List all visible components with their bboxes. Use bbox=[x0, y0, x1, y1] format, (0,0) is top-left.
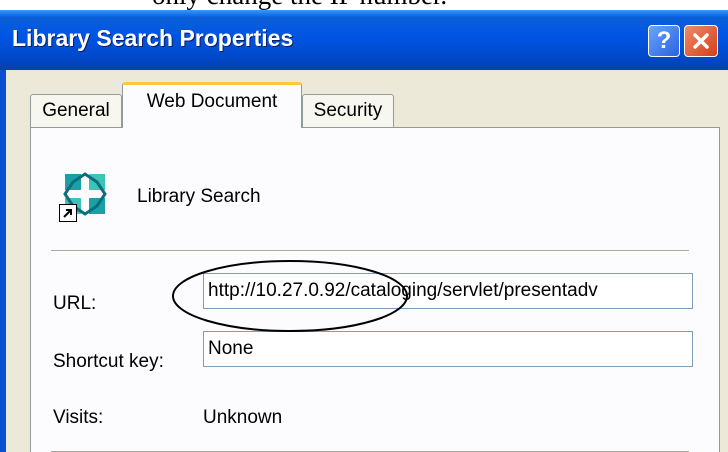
divider bbox=[51, 250, 689, 252]
web-document-panel: Library Search URL: Shortcut key: Visits… bbox=[30, 127, 720, 452]
tab-web-document-label: Web Document bbox=[146, 91, 278, 112]
tab-web-document[interactable]: Web Document bbox=[122, 82, 302, 128]
url-input[interactable] bbox=[203, 273, 693, 309]
shortcut-key-label: Shortcut key: bbox=[53, 351, 164, 372]
tab-security-label: Security bbox=[313, 100, 383, 121]
shortcut-arrow-icon bbox=[59, 204, 77, 222]
caption-text: only change the IP number. bbox=[152, 0, 447, 10]
visits-label: Visits: bbox=[53, 407, 104, 428]
title-bar[interactable]: Library Search Properties ? bbox=[0, 10, 728, 70]
tab-general-label: General bbox=[42, 100, 110, 121]
item-name: Library Search bbox=[137, 186, 261, 207]
shortcut-key-input[interactable] bbox=[203, 331, 693, 367]
document-caption: only change the IP number. bbox=[0, 0, 728, 10]
close-icon bbox=[693, 33, 709, 49]
visits-value: Unknown bbox=[203, 407, 283, 428]
window-title: Library Search Properties bbox=[12, 25, 294, 51]
url-label: URL: bbox=[53, 293, 97, 314]
tab-security[interactable]: Security bbox=[302, 94, 394, 127]
tab-general[interactable]: General bbox=[30, 94, 122, 127]
properties-dialog: Library Search Properties ? General Web … bbox=[0, 10, 728, 452]
window-frame bbox=[0, 70, 6, 452]
help-icon: ? bbox=[656, 27, 672, 54]
close-button[interactable] bbox=[684, 25, 718, 57]
help-button[interactable]: ? bbox=[648, 25, 680, 57]
